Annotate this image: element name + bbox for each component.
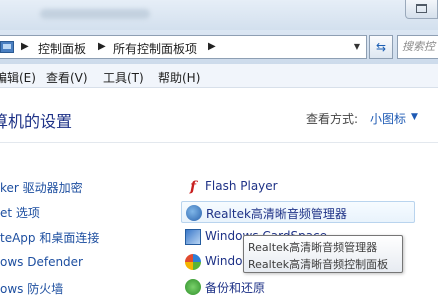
divider (0, 142, 438, 143)
item-flash-player[interactable]: f Flash Player (181, 176, 415, 198)
windows-update-icon (185, 254, 201, 270)
view-by-dropdown-arrow-icon[interactable]: ▼ (411, 112, 418, 122)
item-label: Realtek高清晰音频管理器 (206, 207, 347, 221)
title-bar (0, 0, 438, 30)
menu-edit[interactable]: 编辑(E) (0, 69, 36, 86)
address-dropdown-icon[interactable]: ▼ (348, 36, 366, 58)
breadcrumb-arrow-icon[interactable]: ▶ (208, 41, 216, 52)
cardspace-icon (185, 229, 201, 245)
search-input[interactable] (398, 36, 438, 56)
item-bitlocker[interactable]: ker 驱动器加密 (0, 179, 83, 196)
control-panel-icon (0, 41, 14, 53)
backup-icon (185, 279, 201, 295)
address-bar[interactable]: ▶ 控制面板 ▶ 所有控制面板项 ▶ ▼ (0, 35, 367, 59)
breadcrumb-arrow-icon[interactable]: ▶ (21, 41, 29, 52)
item-windows-firewall[interactable]: ows 防火墙 (0, 280, 63, 297)
item-label: Flash Player (205, 179, 278, 193)
view-by-dropdown[interactable]: 小图标 (370, 110, 406, 127)
tooltip: Realtek高清晰音频管理器 Realtek高清晰音频控制面板 (243, 235, 403, 273)
item-windows-defender[interactable]: ows Defender (0, 255, 83, 269)
refresh-button[interactable]: ⇆ (369, 35, 393, 59)
item-backup-restore[interactable]: 备份和还原 (181, 276, 415, 298)
item-internet-options[interactable]: et 选项 (0, 204, 40, 221)
item-remoteapp[interactable]: teApp 和桌面连接 (0, 229, 99, 246)
menu-tools[interactable]: 工具(T) (103, 69, 144, 86)
realtek-audio-icon (186, 205, 202, 221)
breadcrumb-control-panel[interactable]: 控制面板 (38, 40, 86, 57)
tooltip-description: Realtek高清晰音频控制面板 (248, 258, 389, 271)
item-label: 备份和还原 (205, 281, 266, 295)
item-realtek-audio[interactable]: Realtek高清晰音频管理器 (181, 201, 415, 223)
maximize-button[interactable] (405, 0, 438, 19)
maximize-icon (416, 4, 427, 13)
tooltip-title: Realtek高清晰音频管理器 (248, 241, 378, 254)
window-title (40, 9, 150, 19)
flash-player-icon: f (185, 179, 201, 195)
breadcrumb-arrow-icon[interactable]: ▶ (98, 41, 106, 52)
search-box[interactable] (397, 35, 438, 59)
page-title: 算机的设置 (0, 112, 73, 131)
breadcrumb-all-items[interactable]: 所有控制面板项 (113, 40, 197, 57)
menu-bar: 编辑(E) 查看(V) 工具(T) 帮助(H) (0, 64, 438, 88)
menu-help[interactable]: 帮助(H) (158, 69, 200, 86)
refresh-icon: ⇆ (375, 40, 387, 54)
navigation-bar: ▶ 控制面板 ▶ 所有控制面板项 ▶ ▼ ⇆ (0, 30, 438, 64)
view-by-label: 查看方式: (306, 112, 359, 126)
menu-view[interactable]: 查看(V) (46, 69, 88, 86)
